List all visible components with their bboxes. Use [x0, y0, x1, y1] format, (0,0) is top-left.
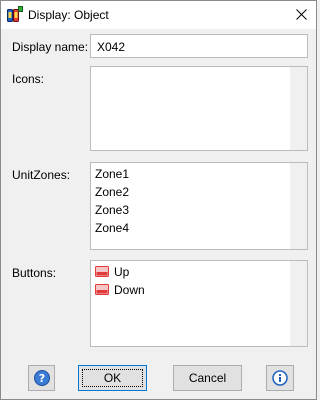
dialog-window: Display: Object Display name: X042 Icons…	[0, 0, 317, 400]
red-button-icon	[95, 284, 109, 295]
unitzones-label: UnitZones:	[12, 168, 71, 182]
title-bar[interactable]: Display: Object	[1, 1, 316, 29]
list-item[interactable]: Zone1	[95, 167, 129, 181]
list-item[interactable]: Zone4	[95, 221, 129, 235]
buttons-listbox[interactable]: Up Down	[90, 260, 308, 347]
list-item-label: Up	[114, 265, 130, 279]
focus-indicator	[82, 369, 143, 387]
red-button-icon	[95, 266, 109, 277]
buttons-label: Buttons:	[12, 266, 57, 280]
icons-label: Icons:	[12, 72, 45, 86]
close-button[interactable]	[286, 1, 316, 29]
info-button[interactable]	[266, 365, 294, 391]
display-name-input[interactable]: X042	[90, 34, 308, 58]
display-name-label: Display name:	[12, 40, 89, 54]
unitzones-listbox[interactable]: Zone1 Zone2 Zone3 Zone4	[90, 162, 308, 250]
unitzones-scrollbar[interactable]	[290, 163, 307, 249]
info-icon	[272, 370, 288, 386]
question-icon: ?	[33, 370, 50, 386]
app-icon	[7, 6, 23, 23]
close-icon	[295, 9, 307, 20]
icons-listbox[interactable]	[90, 66, 308, 151]
buttons-scrollbar[interactable]	[290, 261, 307, 346]
list-item[interactable]: Zone3	[95, 203, 129, 217]
help-button[interactable]: ?	[28, 365, 55, 391]
ok-button[interactable]: OK	[78, 365, 147, 391]
window-title: Display: Object	[28, 8, 109, 22]
cancel-label: Cancel	[188, 371, 227, 385]
icons-scrollbar[interactable]	[290, 67, 307, 150]
list-item[interactable]: Zone2	[95, 185, 129, 199]
display-name-value: X042	[97, 40, 126, 54]
svg-text:?: ?	[38, 372, 44, 385]
cancel-button[interactable]: Cancel	[173, 365, 242, 391]
list-item-label: Down	[114, 283, 145, 297]
